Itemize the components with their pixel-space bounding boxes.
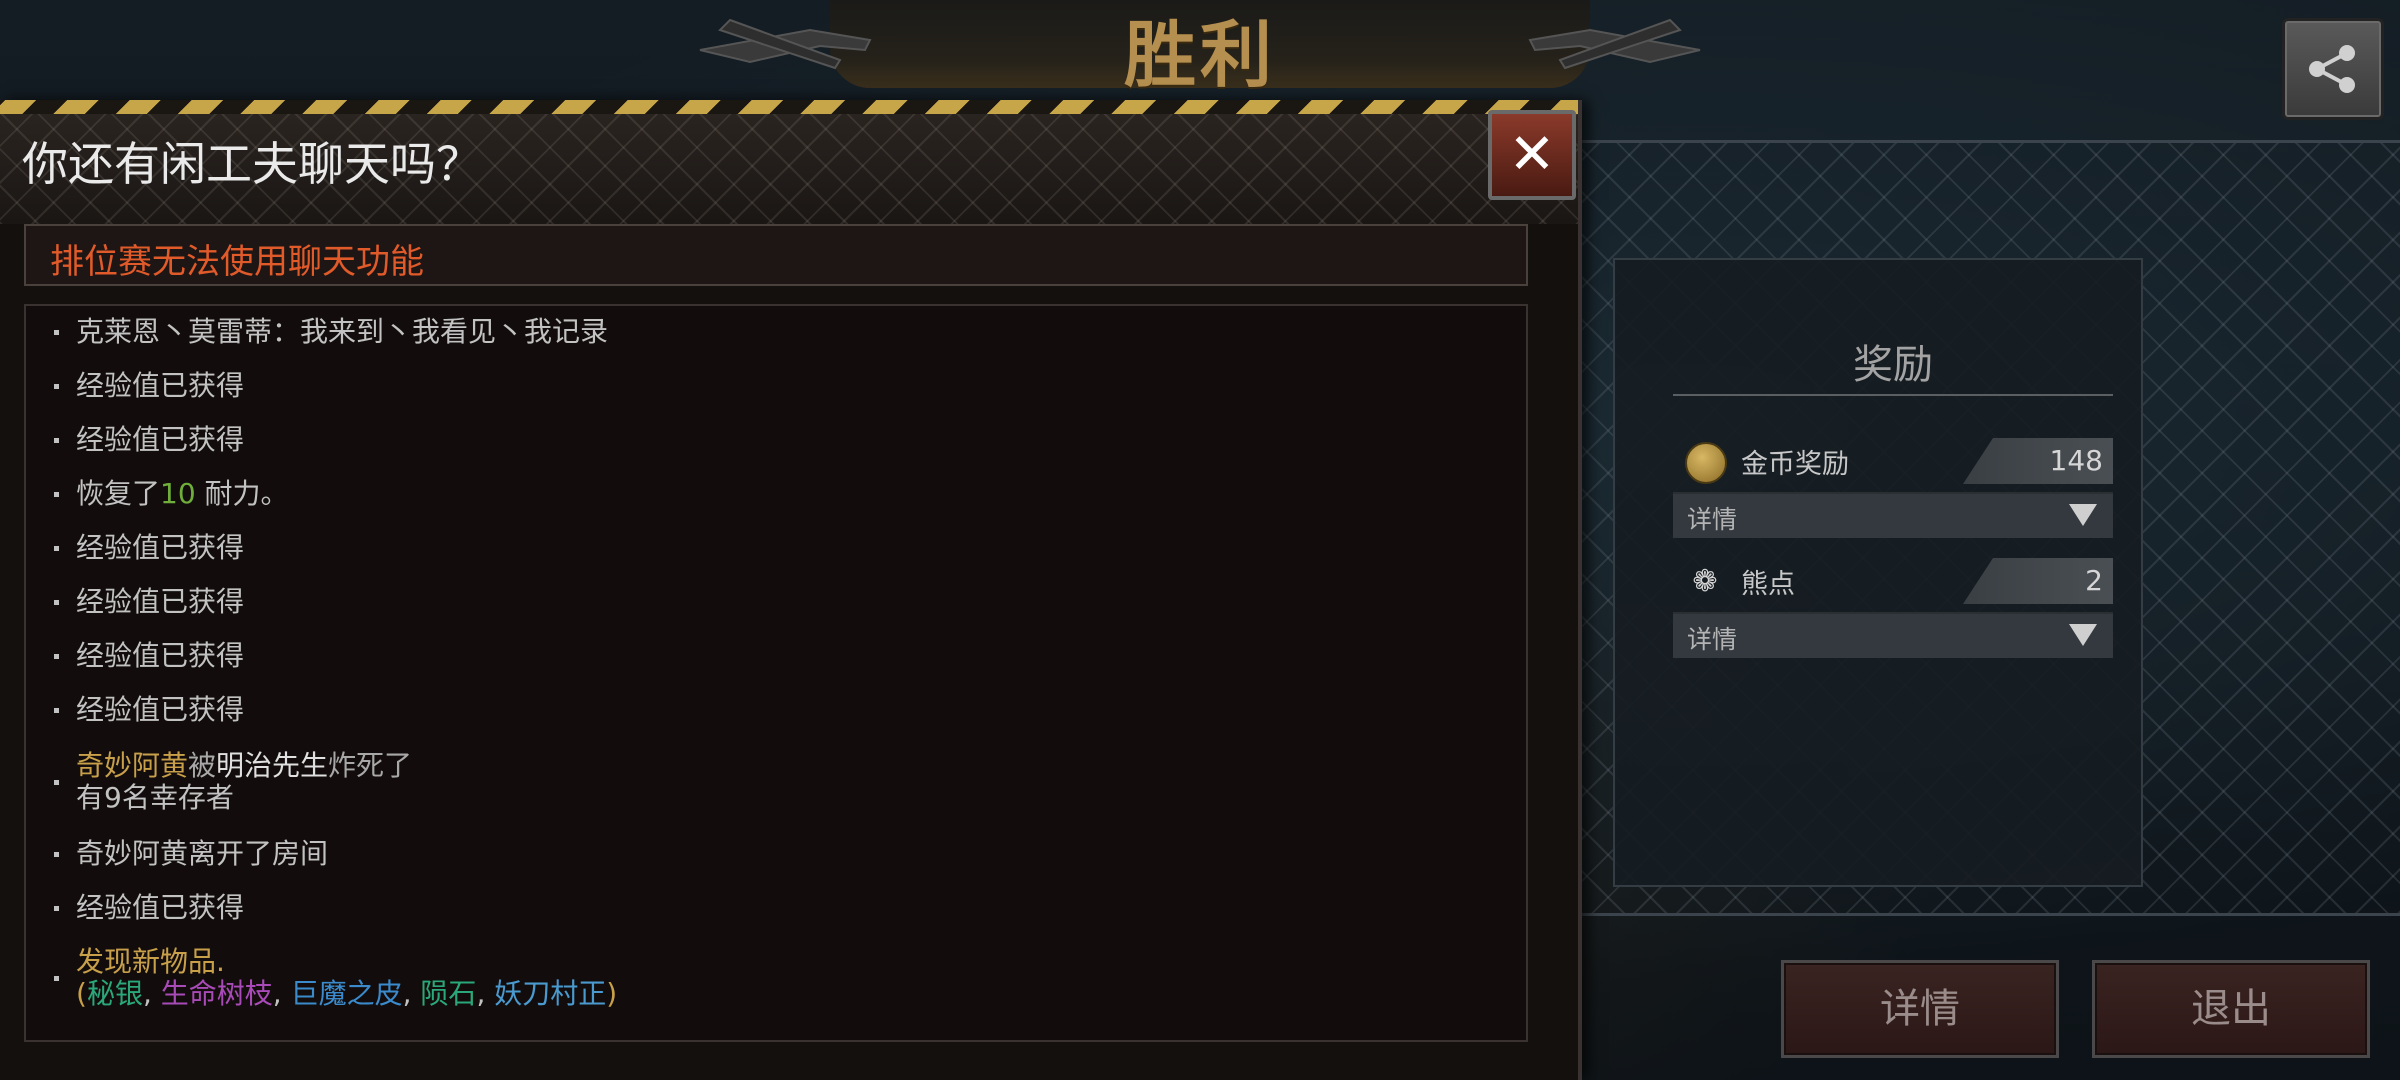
coin-icon bbox=[1685, 442, 1727, 484]
reward-divider bbox=[1673, 394, 2113, 396]
close-button[interactable]: ✕ bbox=[1488, 110, 1576, 200]
chat-title: 你还有闲工夫聊天吗？ bbox=[22, 137, 482, 191]
chat-disabled-notice: 排位赛无法使用聊天功能 bbox=[24, 224, 1528, 286]
dropdown-arrow-icon bbox=[2069, 504, 2097, 526]
dropdown-arrow-icon bbox=[2069, 624, 2097, 646]
details-button[interactable]: 详情 bbox=[1781, 960, 2059, 1058]
list-item: 经验值已获得 bbox=[54, 370, 244, 402]
reward-panel: 奖励 金币奖励 148 详情 ❁ 熊点 2 详情 bbox=[1613, 258, 2143, 887]
chat-log[interactable]: 克莱恩丶莫雷蒂：我来到丶我看见丶我记录 经验值已获得 经验值已获得 恢复了10 … bbox=[24, 304, 1528, 1042]
chat-header: 你还有闲工夫聊天吗？ ✕ bbox=[0, 110, 1578, 224]
close-icon: ✕ bbox=[1508, 122, 1556, 187]
gold-reward-value: 148 bbox=[2049, 444, 2103, 477]
reward-title: 奖励 bbox=[1853, 342, 1933, 388]
bear-detail-label: 详情 bbox=[1687, 625, 1738, 654]
list-item: 经验值已获得 bbox=[54, 892, 244, 924]
bear-paw-icon: ❁ bbox=[1692, 564, 1718, 599]
gold-reward-row: 金币奖励 148 bbox=[1673, 438, 2113, 484]
chat-popup: 你还有闲工夫聊天吗？ ✕ 排位赛无法使用聊天功能 克莱恩丶莫雷蒂：我来到丶我看见… bbox=[0, 100, 1582, 1080]
list-item: 经验值已获得 bbox=[54, 586, 244, 618]
gold-detail-dropdown[interactable]: 详情 bbox=[1673, 492, 2113, 538]
share-button[interactable] bbox=[2282, 18, 2384, 120]
list-item: 经验值已获得 bbox=[54, 640, 244, 672]
crossed-guns-left-icon bbox=[699, 18, 872, 70]
chat-disabled-text: 排位赛无法使用聊天功能 bbox=[50, 242, 424, 282]
list-item: 恢复了10 耐力。 bbox=[54, 478, 289, 510]
list-item: 克莱恩丶莫雷蒂：我来到丶我看见丶我记录 bbox=[54, 316, 608, 348]
bear-detail-dropdown[interactable]: 详情 bbox=[1673, 612, 2113, 658]
bear-points-row: ❁ 熊点 2 bbox=[1673, 558, 2113, 604]
gold-reward-label: 金币奖励 bbox=[1741, 449, 1849, 480]
bear-points-value: 2 bbox=[2085, 564, 2103, 597]
hazard-stripe bbox=[0, 100, 1578, 114]
victory-title: 胜利 bbox=[1123, 13, 1276, 97]
bear-points-label: 熊点 bbox=[1741, 569, 1795, 600]
list-item: 经验值已获得 bbox=[54, 532, 244, 564]
exit-button[interactable]: 退出 bbox=[2092, 960, 2370, 1058]
share-icon bbox=[2309, 45, 2355, 93]
list-item: 发现新物品. (秘银, 生命树枝, 巨魔之皮, 陨石, 妖刀村正) bbox=[54, 946, 617, 1010]
crossed-guns-right-icon bbox=[1528, 18, 1701, 70]
list-item: 经验值已获得 bbox=[54, 424, 244, 456]
gold-detail-label: 详情 bbox=[1687, 505, 1738, 534]
list-item: 奇妙阿黄离开了房间 bbox=[54, 838, 328, 870]
list-item: 经验值已获得 bbox=[54, 694, 244, 726]
list-item: 奇妙阿黄被明治先生炸死了 有9名幸存者 bbox=[54, 750, 412, 814]
